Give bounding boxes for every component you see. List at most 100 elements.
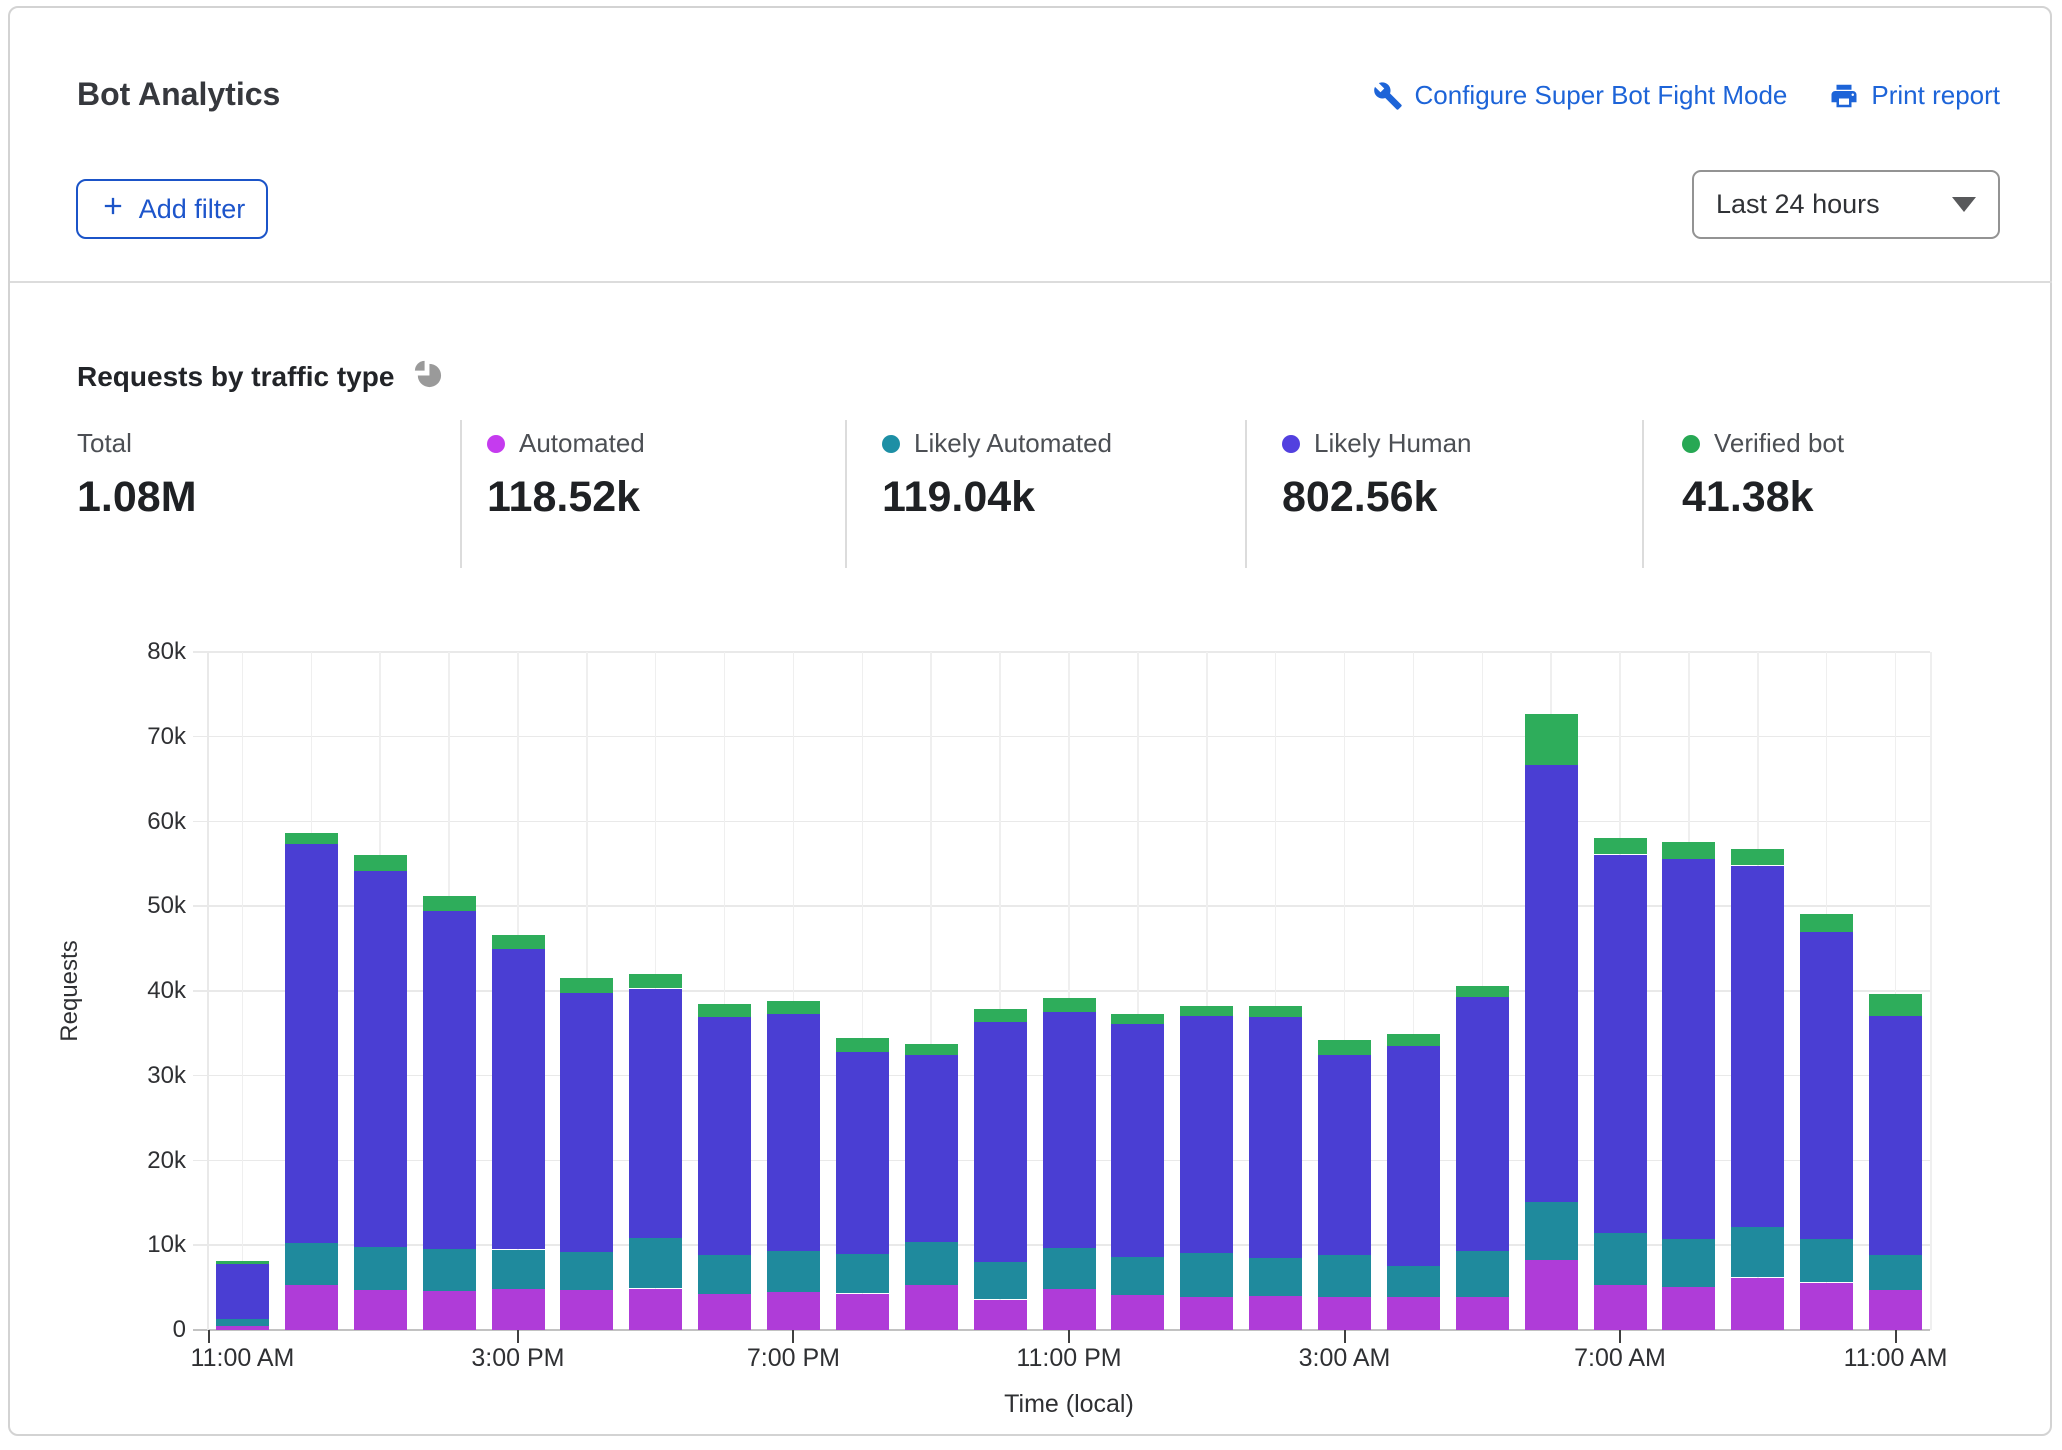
bar-segment-likely-human[interactable] (216, 1264, 269, 1319)
bar-segment-likely-human[interactable] (492, 949, 545, 1250)
bar-segment-likely-automated[interactable] (1318, 1255, 1371, 1297)
bar-segment-likely-automated[interactable] (560, 1252, 613, 1290)
bar-segment-automated[interactable] (1525, 1260, 1578, 1330)
bar-segment-likely-human[interactable] (1111, 1024, 1164, 1257)
bar-segment-likely-automated[interactable] (1594, 1233, 1647, 1285)
bar-segment-likely-human[interactable] (905, 1055, 958, 1242)
bar-segment-automated[interactable] (1180, 1297, 1233, 1330)
print-report-link[interactable]: Print report (1829, 80, 2000, 111)
bar-segment-likely-automated[interactable] (836, 1254, 889, 1294)
bar-segment-automated[interactable] (836, 1294, 889, 1330)
bar-segment-likely-automated[interactable] (1249, 1258, 1302, 1296)
bar-segment-automated[interactable] (1249, 1296, 1302, 1330)
bar-segment-likely-automated[interactable] (492, 1250, 545, 1290)
bar-segment-verified-bot[interactable] (767, 1001, 820, 1014)
bar-segment-automated[interactable] (905, 1285, 958, 1330)
bar-segment-likely-automated[interactable] (1662, 1239, 1715, 1287)
bar-segment-likely-automated[interactable] (1525, 1202, 1578, 1260)
bar-segment-verified-bot[interactable] (1662, 842, 1715, 859)
add-filter-button[interactable]: Add filter (76, 179, 268, 239)
bar-segment-likely-human[interactable] (767, 1014, 820, 1251)
bar-segment-verified-bot[interactable] (1594, 838, 1647, 855)
bar-segment-verified-bot[interactable] (629, 974, 682, 988)
bar-segment-likely-human[interactable] (1249, 1017, 1302, 1258)
bar-segment-likely-automated[interactable] (698, 1255, 751, 1295)
bar-segment-likely-automated[interactable] (1731, 1227, 1784, 1278)
bar-segment-verified-bot[interactable] (1869, 994, 1922, 1016)
bar-segment-automated[interactable] (1111, 1295, 1164, 1330)
bar-segment-likely-automated[interactable] (354, 1247, 407, 1290)
bar-segment-automated[interactable] (1662, 1287, 1715, 1330)
bar-segment-verified-bot[interactable] (285, 833, 338, 844)
bar-segment-likely-human[interactable] (1456, 997, 1509, 1251)
bar-segment-likely-automated[interactable] (1800, 1239, 1853, 1282)
bar-segment-likely-human[interactable] (1043, 1012, 1096, 1248)
bar-segment-likely-automated[interactable] (629, 1238, 682, 1289)
bar-segment-verified-bot[interactable] (698, 1004, 751, 1018)
bar-segment-likely-human[interactable] (629, 989, 682, 1238)
bar-segment-verified-bot[interactable] (492, 935, 545, 949)
bar-segment-likely-human[interactable] (1180, 1016, 1233, 1253)
bar-segment-verified-bot[interactable] (1525, 714, 1578, 765)
time-range-dropdown[interactable]: Last 24 hours (1692, 170, 2000, 239)
bar-segment-likely-automated[interactable] (1111, 1257, 1164, 1295)
bar-segment-likely-human[interactable] (423, 911, 476, 1248)
configure-super-bot-fight-mode-link[interactable]: Configure Super Bot Fight Mode (1373, 80, 1788, 111)
bar-segment-likely-human[interactable] (560, 993, 613, 1252)
bar-segment-likely-automated[interactable] (1180, 1253, 1233, 1297)
bar-segment-verified-bot[interactable] (1387, 1034, 1440, 1046)
bar-segment-automated[interactable] (1387, 1297, 1440, 1330)
bar-segment-verified-bot[interactable] (905, 1044, 958, 1055)
bar-segment-likely-human[interactable] (1525, 765, 1578, 1202)
bar-segment-likely-automated[interactable] (216, 1319, 269, 1326)
bar-segment-verified-bot[interactable] (836, 1038, 889, 1052)
bar-segment-automated[interactable] (560, 1290, 613, 1330)
bar-segment-automated[interactable] (767, 1292, 820, 1330)
bar-segment-likely-human[interactable] (1869, 1016, 1922, 1255)
bar-segment-likely-human[interactable] (354, 871, 407, 1247)
bar-segment-likely-human[interactable] (1800, 932, 1853, 1240)
bar-segment-likely-human[interactable] (698, 1017, 751, 1254)
bar-segment-likely-automated[interactable] (1456, 1251, 1509, 1297)
bar-segment-verified-bot[interactable] (354, 855, 407, 870)
bar-segment-verified-bot[interactable] (1111, 1014, 1164, 1024)
bar-segment-likely-human[interactable] (1318, 1055, 1371, 1254)
bar-segment-automated[interactable] (1800, 1283, 1853, 1331)
bar-segment-automated[interactable] (1731, 1278, 1784, 1331)
bar-segment-automated[interactable] (629, 1289, 682, 1331)
bar-segment-likely-human[interactable] (1387, 1046, 1440, 1266)
bar-segment-verified-bot[interactable] (1043, 998, 1096, 1012)
bar-segment-verified-bot[interactable] (1180, 1006, 1233, 1015)
bar-segment-likely-human[interactable] (974, 1022, 1027, 1262)
bar-segment-verified-bot[interactable] (1249, 1006, 1302, 1017)
bar-segment-verified-bot[interactable] (1800, 914, 1853, 932)
bar-segment-automated[interactable] (354, 1290, 407, 1330)
bar-segment-verified-bot[interactable] (1318, 1040, 1371, 1055)
bar-segment-verified-bot[interactable] (216, 1261, 269, 1264)
bar-segment-likely-automated[interactable] (285, 1243, 338, 1285)
bar-segment-verified-bot[interactable] (1456, 986, 1509, 997)
bar-segment-automated[interactable] (974, 1300, 1027, 1331)
bar-segment-verified-bot[interactable] (974, 1009, 1027, 1023)
bar-segment-verified-bot[interactable] (560, 978, 613, 992)
bar-segment-likely-human[interactable] (1594, 855, 1647, 1234)
bar-segment-likely-human[interactable] (1662, 859, 1715, 1240)
bar-segment-automated[interactable] (216, 1326, 269, 1330)
bar-segment-likely-human[interactable] (836, 1052, 889, 1254)
bar-segment-likely-automated[interactable] (905, 1242, 958, 1285)
bar-segment-automated[interactable] (1869, 1290, 1922, 1330)
bar-segment-automated[interactable] (1456, 1297, 1509, 1330)
bar-segment-automated[interactable] (1318, 1297, 1371, 1330)
bar-segment-likely-automated[interactable] (1869, 1255, 1922, 1290)
bar-segment-verified-bot[interactable] (1731, 849, 1784, 866)
bar-segment-likely-human[interactable] (285, 844, 338, 1242)
bar-segment-automated[interactable] (285, 1285, 338, 1330)
bar-segment-automated[interactable] (1594, 1285, 1647, 1330)
bar-segment-verified-bot[interactable] (423, 896, 476, 911)
bar-segment-likely-automated[interactable] (1043, 1248, 1096, 1290)
bar-segment-likely-human[interactable] (1731, 866, 1784, 1227)
bar-segment-likely-automated[interactable] (767, 1251, 820, 1292)
bar-segment-automated[interactable] (423, 1291, 476, 1330)
bar-segment-likely-automated[interactable] (423, 1249, 476, 1291)
bar-segment-automated[interactable] (492, 1289, 545, 1330)
